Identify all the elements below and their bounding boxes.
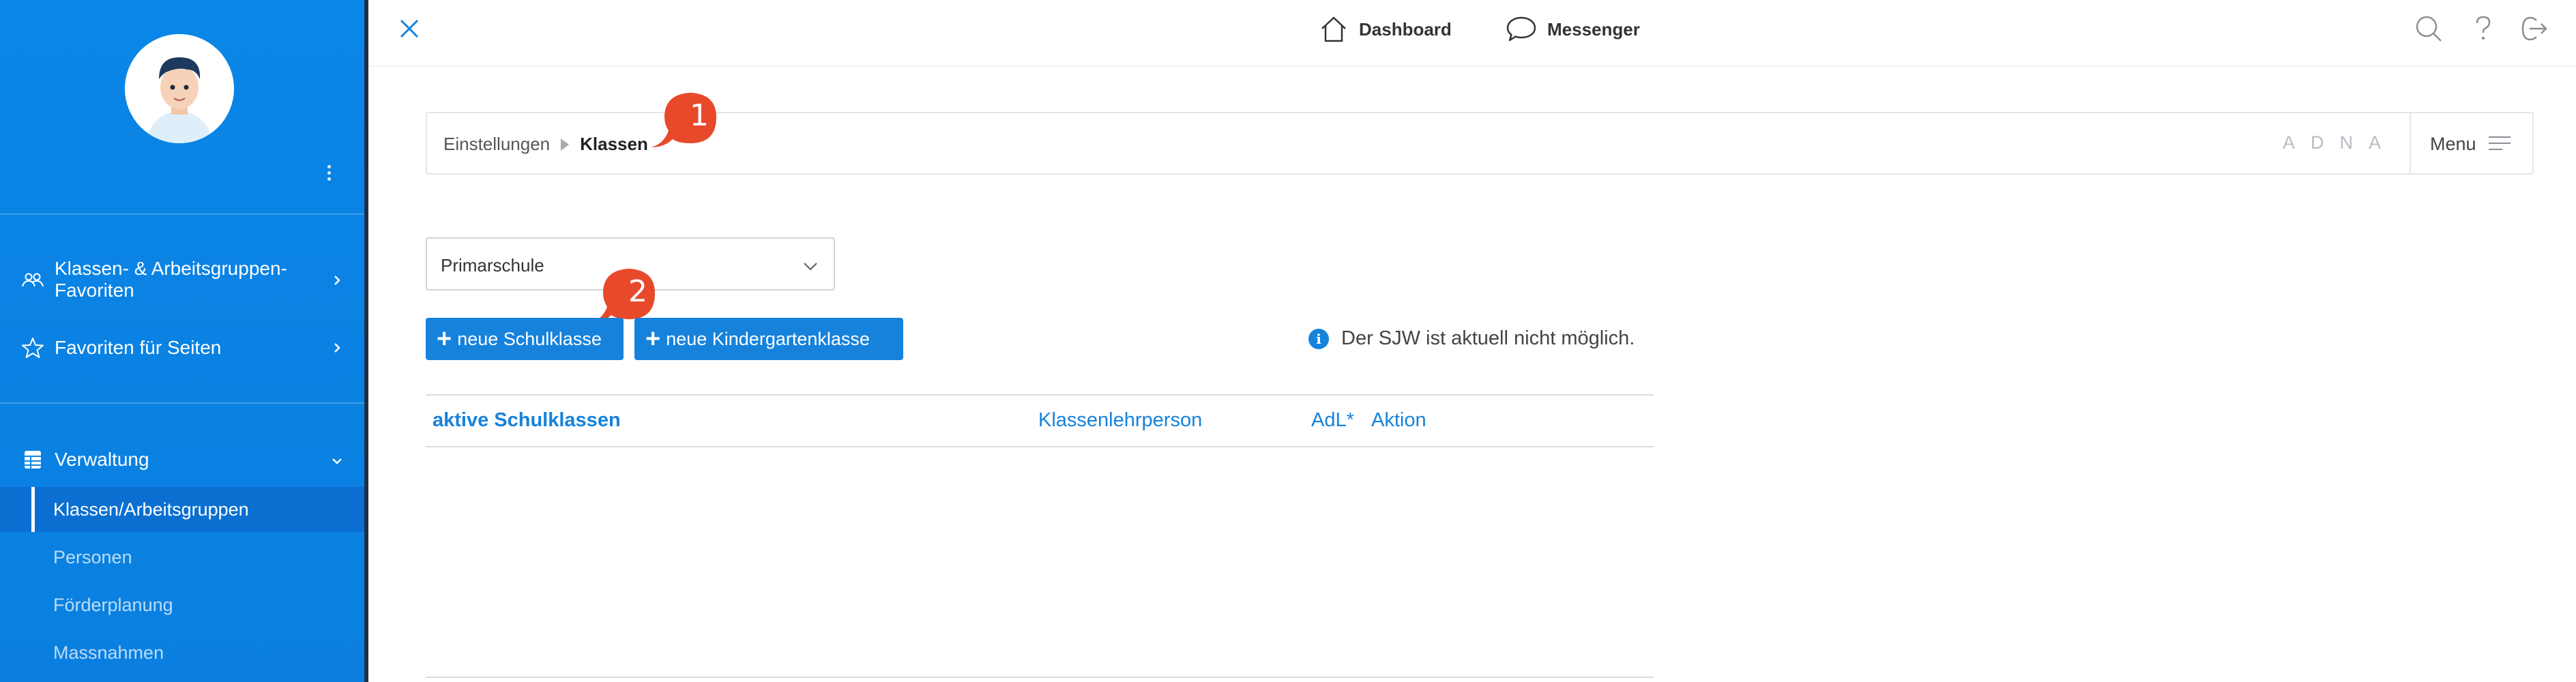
breadcrumb: Einstellungen Klassen: [443, 134, 648, 155]
chevron-down-icon: [804, 263, 817, 271]
callout-number: 2: [628, 274, 647, 309]
column-header-adl[interactable]: AdL*: [1311, 409, 1354, 432]
callout-number: 1: [690, 98, 709, 133]
table-header-border: [426, 446, 1654, 447]
info-message: i Der SJW ist aktuell nicht möglich.: [1308, 327, 1635, 350]
sidebar-section-verwaltung[interactable]: Verwaltung: [0, 446, 364, 473]
sidebar-item-label: Personen: [53, 547, 132, 567]
home-icon: [1321, 16, 1346, 42]
help-icon[interactable]: [2468, 14, 2498, 44]
sidebar-divider: [0, 213, 364, 215]
sidebar-item-label: Förderplanung: [53, 595, 173, 615]
table-icon: [25, 451, 41, 469]
breadcrumb-separator-icon: [561, 138, 570, 151]
info-text: Der SJW ist aktuell nicht möglich.: [1341, 327, 1635, 349]
new-school-class-button[interactable]: + neue Schulklasse: [426, 318, 624, 360]
sidebar-item-label: Favoriten für Seiten: [55, 337, 222, 358]
plus-icon: +: [645, 325, 661, 353]
info-icon: i: [1308, 328, 1329, 349]
messenger-label: Messenger: [1547, 18, 1640, 40]
menu-label: Menu: [2430, 134, 2476, 154]
sidebar-item-persons[interactable]: Personen: [0, 535, 364, 580]
sidebar-item-measures[interactable]: Massnahmen: [0, 630, 364, 675]
sidebar-item-page-favorites[interactable]: Favoriten für Seiten: [0, 334, 364, 361]
chevron-right-icon: [334, 343, 340, 353]
select-value: Primarschule: [441, 255, 544, 276]
sidebar-item-label: Massnahmen: [53, 642, 164, 663]
breadcrumb-panel: Einstellungen Klassen ADNA Menu: [426, 112, 2534, 175]
sidebar-divider: [0, 402, 364, 404]
chat-icon: [1506, 16, 1536, 42]
table-bottom-border: [426, 677, 1654, 678]
close-icon[interactable]: [396, 15, 423, 42]
breadcrumb-parent[interactable]: Einstellungen: [443, 134, 550, 155]
sidebar-item-label: Favoriten: [55, 280, 134, 301]
button-label: neue Schulklasse: [457, 328, 602, 349]
column-header-action: Aktion: [1371, 409, 1426, 431]
hamburger-icon: [2489, 136, 2511, 150]
column-header-class-teacher[interactable]: Klassenlehrperson: [1038, 409, 1202, 432]
table-top-border: [426, 394, 1654, 396]
callout-marker: 1: [648, 86, 723, 151]
sidebar-item-label: Klassen- & Arbeitsgruppen-: [55, 258, 287, 279]
messenger-link[interactable]: Messenger: [1505, 12, 1640, 46]
sidebar-options-button[interactable]: [322, 162, 336, 187]
search-icon[interactable]: [2414, 14, 2444, 44]
chevron-down-icon: [332, 458, 342, 464]
sidebar-item-support-planning[interactable]: Förderplanung: [0, 582, 364, 627]
star-icon: [22, 338, 44, 358]
logout-icon[interactable]: [2519, 14, 2549, 44]
sidebar-section-label: Verwaltung: [55, 449, 149, 470]
column-header-active-classes[interactable]: aktive Schulklassen: [433, 409, 621, 432]
sidebar: Klassen- & Arbeitsgruppen- Favoriten Fav…: [0, 0, 368, 682]
dashboard-link[interactable]: Dashboard: [1318, 12, 1452, 46]
sidebar-item-class-favorites[interactable]: Klassen- & Arbeitsgruppen- Favoriten: [0, 256, 364, 304]
user-avatar[interactable]: [125, 34, 234, 143]
sidebar-item-classes[interactable]: Klassen/Arbeitsgruppen: [0, 487, 364, 532]
sidebar-item-label: Klassen/Arbeitsgruppen: [53, 499, 249, 520]
new-kindergarten-class-button[interactable]: + neue Kindergartenklasse: [634, 318, 903, 360]
chevron-right-icon: [334, 276, 340, 285]
group-icon: [22, 273, 44, 287]
dashboard-label: Dashboard: [1359, 18, 1452, 40]
adna-letters: ADNA: [2283, 132, 2397, 153]
top-bar: Dashboard Messenger: [368, 0, 2576, 67]
plus-icon: +: [437, 325, 452, 353]
breadcrumb-current: Klassen: [580, 134, 648, 154]
button-label: neue Kindergartenklasse: [666, 328, 870, 349]
menu-button[interactable]: Menu: [2410, 113, 2534, 173]
